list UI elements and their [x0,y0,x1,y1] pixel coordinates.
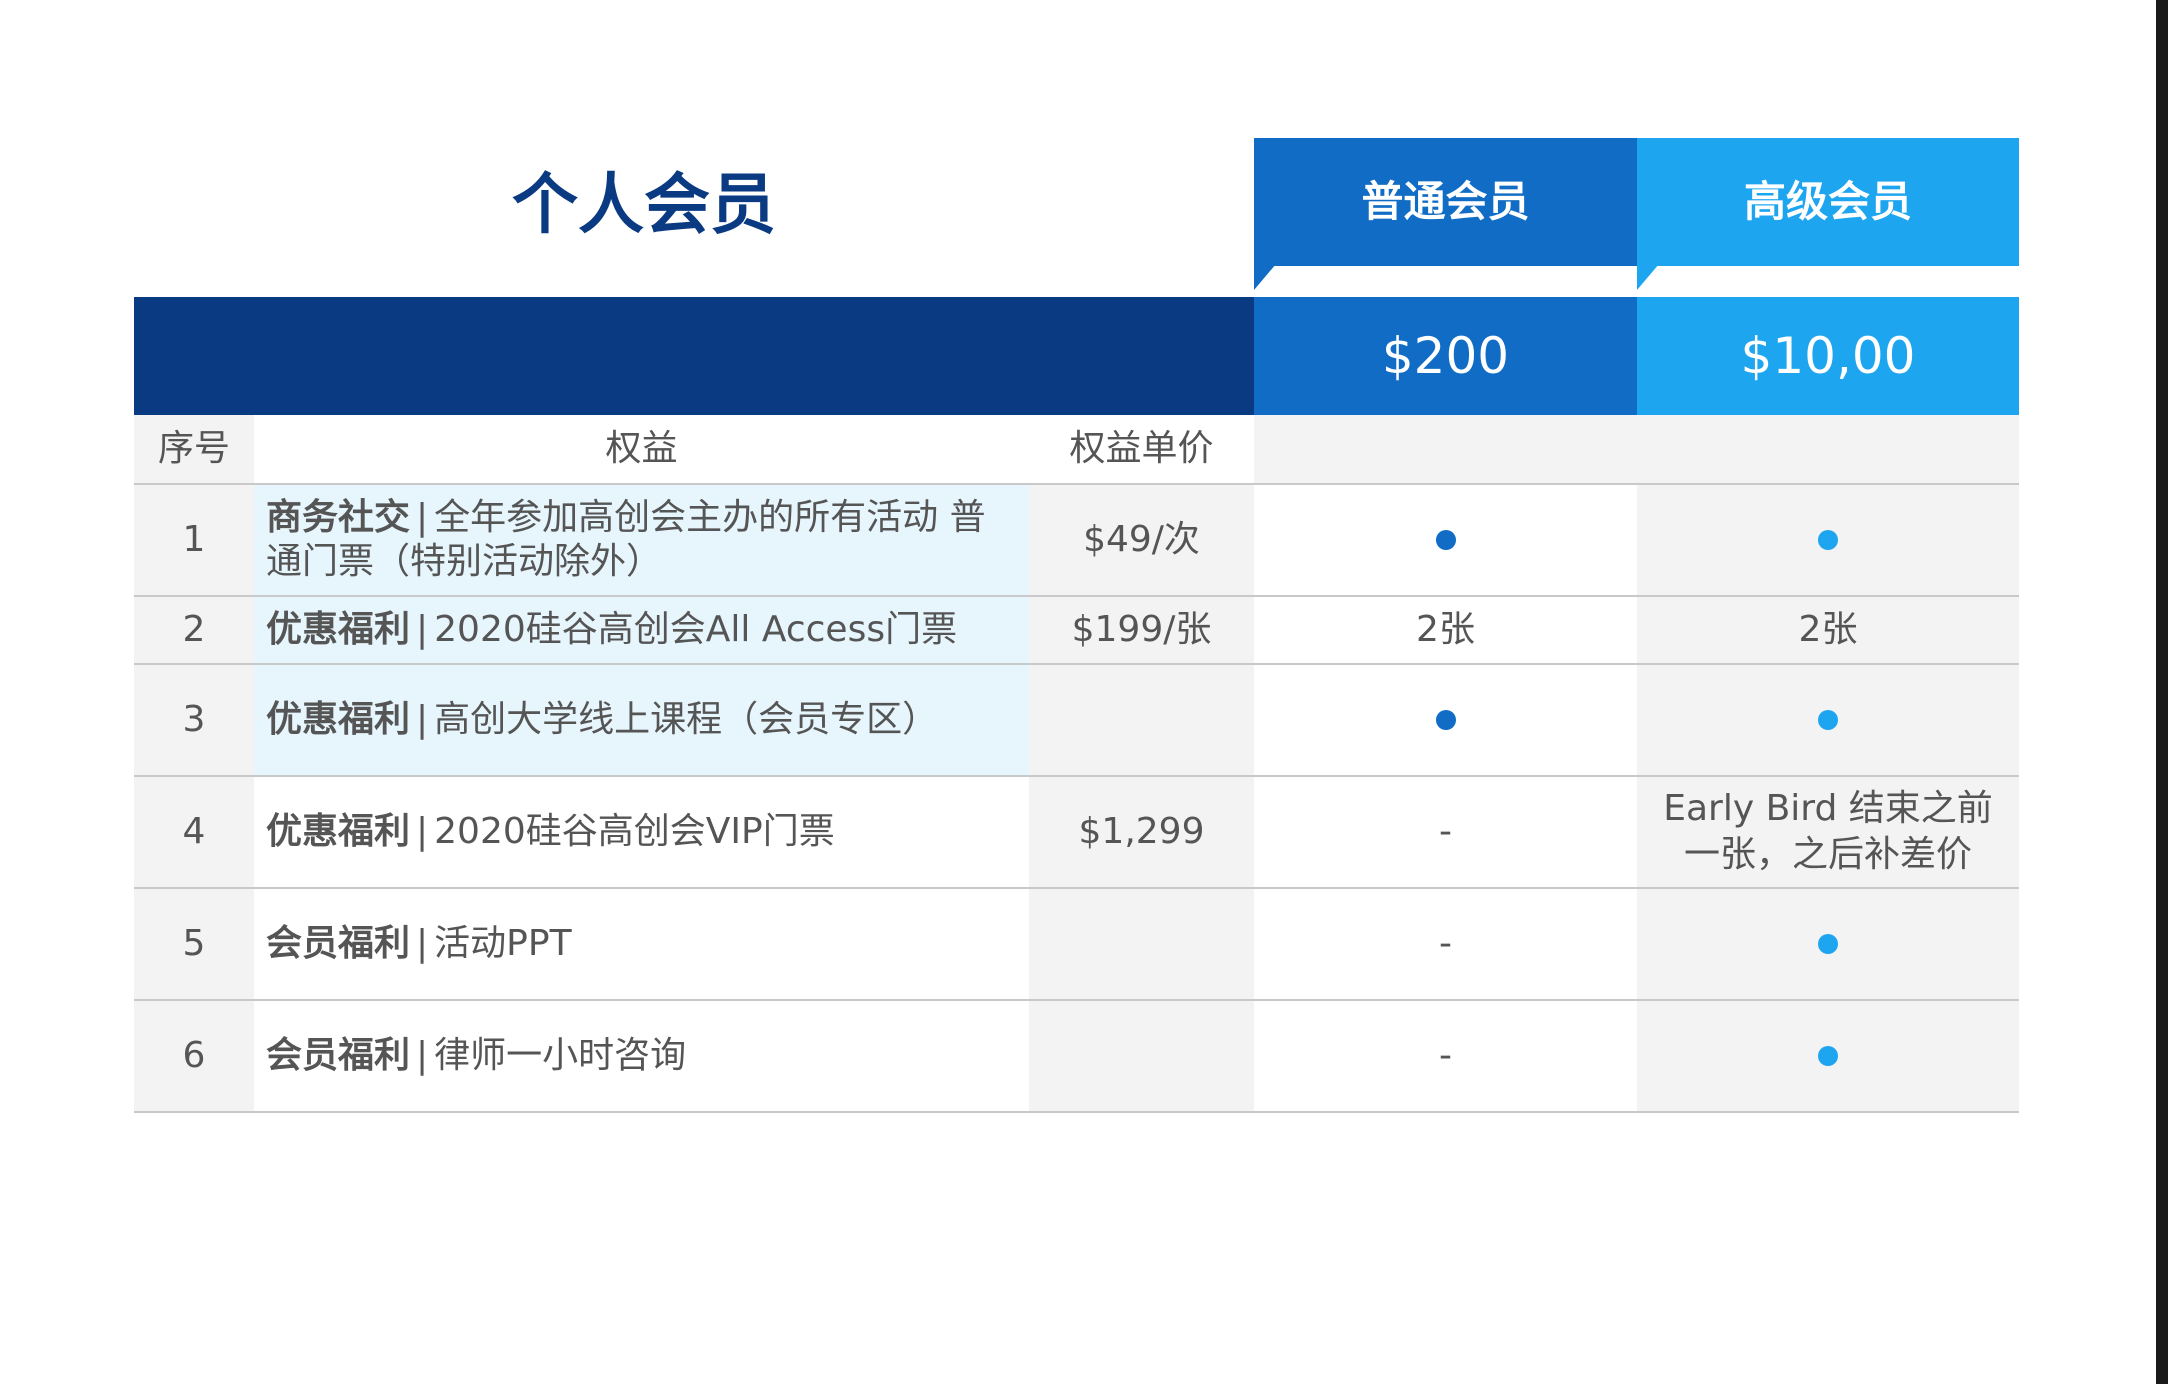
tier-tab-standard: 普通会员 [1254,138,1637,266]
standard-value [1254,665,1637,777]
benefit-price [1029,1001,1254,1113]
row-number: 3 [134,665,254,777]
benefits-table: 序号 权益 权益单价 1 商务社交 | 全年参加高创会主办的所有活动 普通门票（特别… [134,415,2019,1113]
benefit-description: 2020硅谷高创会VIP门票 [434,811,835,852]
benefit-separator: | [416,811,429,852]
benefit-cell: 优惠福利 | 2020硅谷高创会VIP门票 [254,777,1029,889]
price-premium: $10,00 [1637,297,2019,415]
standard-value [1254,485,1637,597]
benefit-category: 会员福利 [266,1035,411,1076]
dot-icon [1435,710,1456,730]
tab-notch-standard [1254,264,1276,290]
column-header-price: 权益单价 [1029,415,1254,485]
benefit-cell: 会员福利 | 律师一小时咨询 [254,1001,1029,1113]
benefit-separator: | [416,1035,429,1076]
benefit-price: $49/次 [1029,485,1254,597]
dot-icon [1818,934,1838,954]
benefit-category: 商务社交 [266,497,411,538]
tier-tab-premium: 高级会员 [1637,138,2019,266]
benefit-separator: | [416,923,429,964]
benefit-category: 优惠福利 [266,699,411,740]
tab-notch-premium [1637,264,1659,290]
premium-value [1637,1001,2019,1113]
window-edge [2156,0,2168,1384]
benefit-description: 高创大学线上课程（会员专区） [434,699,939,740]
benefit-category: 优惠福利 [266,609,411,650]
page-title: 个人会员 [512,166,776,243]
column-header-standard [1254,415,1637,485]
row-number: 4 [134,777,254,889]
benefit-price [1029,889,1254,1001]
standard-value: - [1254,777,1637,889]
column-header-benefit: 权益 [254,415,1029,485]
standard-value: 2张 [1254,597,1637,665]
benefit-price: $1,299 [1029,777,1254,889]
row-number: 2 [134,597,254,665]
header-bar [134,297,1254,415]
premium-value [1637,889,2019,1001]
benefit-category: 优惠福利 [266,811,411,852]
premium-value: 2张 [1637,597,2019,665]
dot-icon [1435,530,1456,550]
premium-value [1637,485,2019,597]
benefit-separator: | [416,699,429,740]
dot-icon [1818,530,1838,550]
row-number: 1 [134,485,254,597]
row-number: 6 [134,1001,254,1113]
column-header-number: 序号 [134,415,254,485]
dot-icon [1818,1046,1838,1066]
benefit-separator: | [416,609,429,650]
benefit-cell: 会员福利 | 活动PPT [254,889,1029,1001]
price-standard: $200 [1254,297,1637,415]
standard-value: - [1254,1001,1637,1113]
benefit-price [1029,665,1254,777]
benefit-description: 2020硅谷高创会All Access门票 [434,609,958,650]
premium-value [1637,665,2019,777]
benefit-category: 会员福利 [266,923,411,964]
benefit-cell: 优惠福利 | 2020硅谷高创会All Access门票 [254,597,1029,665]
benefit-description: 活动PPT [434,923,572,964]
benefit-price: $199/张 [1029,597,1254,665]
column-header-premium [1637,415,2019,485]
benefit-separator: | [416,497,429,538]
row-number: 5 [134,889,254,1001]
standard-value: - [1254,889,1637,1001]
benefit-cell: 优惠福利 | 高创大学线上课程（会员专区） [254,665,1029,777]
benefit-description: 律师一小时咨询 [434,1035,687,1076]
dot-icon [1818,710,1838,730]
benefit-cell: 商务社交 | 全年参加高创会主办的所有活动 普通门票（特别活动除外） [254,485,1029,597]
premium-value: Early Bird 结束之前一张，之后补差价 [1637,777,2019,889]
